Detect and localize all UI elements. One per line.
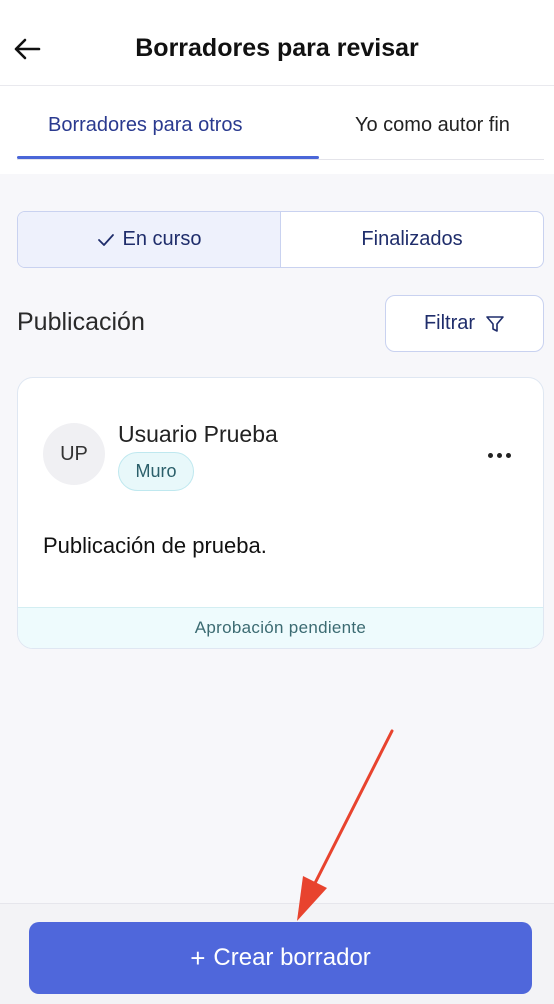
- more-dots-icon: [496, 452, 502, 458]
- plus-icon: +: [190, 942, 206, 973]
- segment-in-progress-label: En curso: [122, 228, 202, 250]
- status-badge: Aprobación pendiente: [18, 607, 543, 648]
- funnel-icon: [486, 315, 504, 332]
- filter-button[interactable]: Filtrar: [385, 295, 544, 352]
- status-segmented-control: En curso Finalizados: [17, 211, 544, 268]
- create-draft-label: Crear borrador: [213, 944, 371, 971]
- page-title: Borradores para revisar: [135, 34, 419, 62]
- tab-drafts-for-others[interactable]: Borradores para otros: [48, 114, 243, 137]
- segment-finished-label: Finalizados: [361, 228, 463, 250]
- segment-finished[interactable]: Finalizados: [281, 212, 543, 267]
- app-header: Borradores para revisar: [0, 0, 554, 86]
- segment-in-progress[interactable]: En curso: [18, 212, 281, 267]
- post-tag-badge: Muro: [118, 452, 194, 491]
- active-tab-indicator: [17, 156, 319, 159]
- tabs-divider: [17, 159, 544, 160]
- tab-me-as-author[interactable]: Yo como autor fin: [355, 114, 510, 137]
- post-text: Publicación de prueba.: [43, 533, 267, 558]
- more-options-button[interactable]: [482, 440, 516, 470]
- tab-bar: Borradores para otros Yo como autor fin: [0, 86, 554, 174]
- filter-label: Filtrar: [423, 312, 476, 334]
- more-dots-icon: [487, 452, 493, 458]
- post-card[interactable]: UP Usuario Prueba Muro Publicación de pr…: [17, 377, 544, 649]
- check-icon: [97, 233, 115, 247]
- author-name: Usuario Prueba: [118, 421, 278, 447]
- more-dots-icon: [505, 452, 511, 458]
- avatar: UP: [43, 423, 105, 485]
- create-draft-button[interactable]: + Crear borrador: [29, 922, 532, 994]
- section-title: Publicación: [17, 308, 145, 336]
